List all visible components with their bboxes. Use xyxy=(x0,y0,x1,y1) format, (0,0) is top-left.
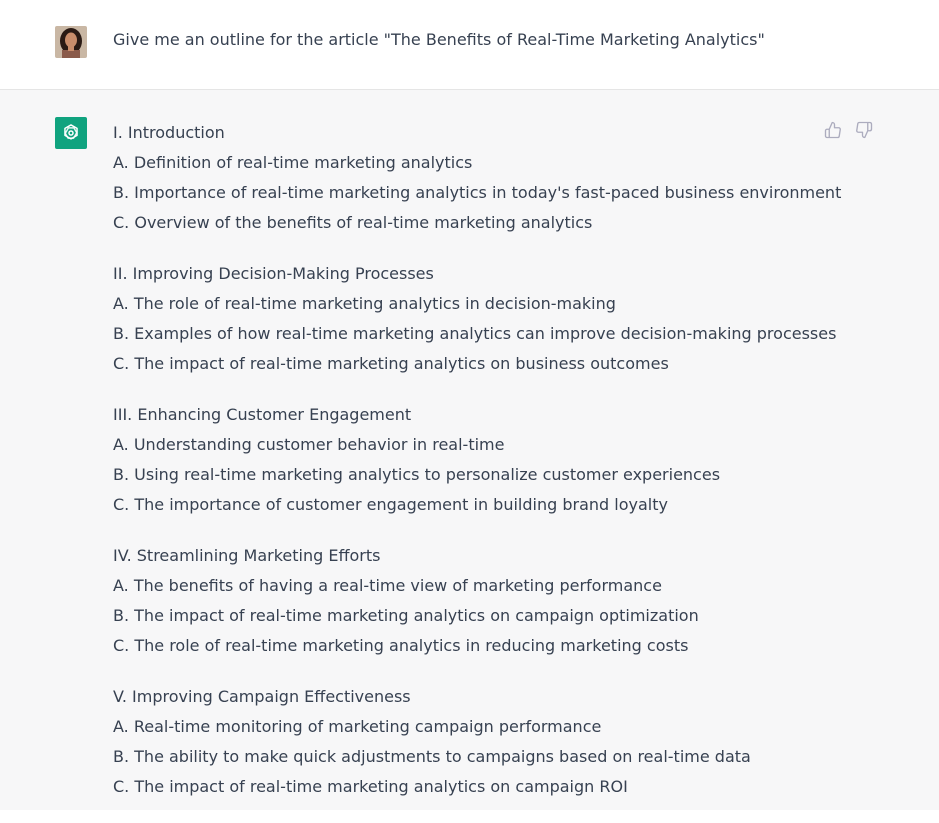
outline-item: A. The benefits of having a real-time vi… xyxy=(113,576,662,595)
outline-section: V. Improving Campaign Effectiveness A. R… xyxy=(113,682,813,802)
outline-item: A. Definition of real-time marketing ana… xyxy=(113,153,473,172)
outline-item: C. The impact of real-time marketing ana… xyxy=(113,777,628,796)
outline-item: B. The ability to make quick adjustments… xyxy=(113,747,751,766)
outline-item: A. Real-time monitoring of marketing cam… xyxy=(113,717,602,736)
user-message-row: Give me an outline for the article "The … xyxy=(0,0,939,90)
assistant-message-row: I. Introduction A. Definition of real-ti… xyxy=(0,90,939,810)
outline-item: C. Overview of the benefits of real-time… xyxy=(113,213,593,232)
section-heading: II. Improving Decision-Making Processes xyxy=(113,264,434,283)
outline-item: B. Examples of how real-time marketing a… xyxy=(113,324,837,343)
outline-section: III. Enhancing Customer Engagement A. Un… xyxy=(113,400,813,520)
outline-item: B. Using real-time marketing analytics t… xyxy=(113,465,721,484)
thumbs-down-button[interactable] xyxy=(854,120,874,140)
outline-section: II. Improving Decision-Making Processes … xyxy=(113,259,837,379)
outline-item: B. Importance of real-time marketing ana… xyxy=(113,183,842,202)
thumbs-up-button[interactable] xyxy=(823,120,843,140)
assistant-response: I. Introduction A. Definition of real-ti… xyxy=(113,118,842,823)
feedback-buttons xyxy=(823,120,874,140)
outline-item: A. The role of real-time marketing analy… xyxy=(113,294,616,313)
user-avatar xyxy=(55,26,87,58)
outline-item: C. The role of real-time marketing analy… xyxy=(113,636,689,655)
section-heading: V. Improving Campaign Effectiveness xyxy=(113,687,411,706)
outline-section: I. Introduction A. Definition of real-ti… xyxy=(113,118,842,238)
section-heading: III. Enhancing Customer Engagement xyxy=(113,405,412,424)
user-prompt-text: Give me an outline for the article "The … xyxy=(113,30,765,49)
outline-item: C. The importance of customer engagement… xyxy=(113,495,668,514)
outline-item: A. Understanding customer behavior in re… xyxy=(113,435,505,454)
section-heading: IV. Streamlining Marketing Efforts xyxy=(113,546,381,565)
thumbs-up-icon xyxy=(824,121,841,139)
thumbs-down-icon xyxy=(856,121,873,139)
outline-item: B. The impact of real-time marketing ana… xyxy=(113,606,699,625)
section-heading: I. Introduction xyxy=(113,123,225,142)
openai-logo-icon xyxy=(55,117,87,149)
outline-section: IV. Streamlining Marketing Efforts A. Th… xyxy=(113,541,813,661)
outline-item: C. The impact of real-time marketing ana… xyxy=(113,354,669,373)
